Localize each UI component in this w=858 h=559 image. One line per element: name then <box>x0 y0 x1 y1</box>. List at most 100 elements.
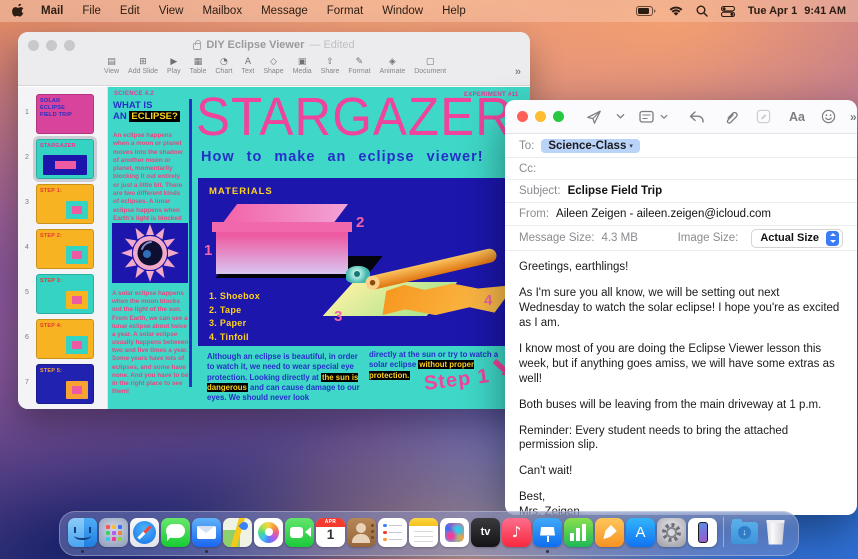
wifi-icon[interactable] <box>669 6 683 17</box>
menu-message[interactable]: Message <box>261 5 308 17</box>
dock-item-messages[interactable] <box>161 518 190 547</box>
send-button[interactable] <box>586 109 602 125</box>
field-to[interactable]: To: Science-Class▾ <box>505 134 857 158</box>
minimize-button[interactable] <box>535 111 546 122</box>
downloads-icon <box>730 518 759 547</box>
toolbar-document[interactable]: ▢Document <box>414 57 446 75</box>
thumbnail-graphic <box>66 381 88 399</box>
close-button[interactable] <box>28 40 39 51</box>
slide-canvas[interactable]: SCIENCE 4.2 EXPERIMENT #11 WHAT IS AN EC… <box>108 87 530 409</box>
slide-thumbnail-2[interactable]: 2STARGAZER <box>18 137 107 182</box>
attach-button[interactable] <box>723 109 738 125</box>
dock-item-iphone-mirroring[interactable] <box>688 518 717 547</box>
menu-mailbox[interactable]: Mailbox <box>202 5 242 17</box>
toolbar-format-icon: ✎ <box>356 57 364 67</box>
send-options-chevron[interactable] <box>616 113 625 120</box>
dock-item-appstore[interactable]: A <box>626 518 655 547</box>
slide-thumbnail-5[interactable]: 5STEP 3: <box>18 272 107 317</box>
slide-thumbnail-7[interactable]: 7STEP 5: <box>18 362 107 407</box>
toolbar-view[interactable]: ▤View <box>104 57 119 75</box>
menu-edit[interactable]: Edit <box>120 5 140 17</box>
dock-item-freeform[interactable] <box>440 518 469 547</box>
battery-icon[interactable] <box>636 6 656 16</box>
apple-menu-icon[interactable] <box>12 4 25 19</box>
materials-list-item: 3. Paper <box>209 317 260 331</box>
dock-item-contacts[interactable] <box>347 518 376 547</box>
dock-item-numbers[interactable] <box>564 518 593 547</box>
zoom-button[interactable] <box>64 40 75 51</box>
toolbar-chart[interactable]: ◔Chart <box>215 57 232 75</box>
toolbar-play[interactable]: ▶Play <box>167 57 181 75</box>
slide-course-code: SCIENCE 4.2 <box>114 91 154 97</box>
recipient-token[interactable]: Science-Class▾ <box>541 139 640 153</box>
dock-item-facetime[interactable] <box>285 518 314 547</box>
slide-thumbnail-6[interactable]: 6STEP 4: <box>18 317 107 362</box>
menu-view[interactable]: View <box>159 5 184 17</box>
dock-item-safari[interactable] <box>130 518 159 547</box>
dock-item-calendar[interactable]: APR1 <box>316 518 345 547</box>
dock-item-photos[interactable] <box>254 518 283 547</box>
message-body[interactable]: Greetings, earthlings!As I'm sure you al… <box>505 251 857 515</box>
menu-mail[interactable]: Mail <box>41 5 63 17</box>
thumbnail-number: 2 <box>25 154 29 161</box>
menu-help[interactable]: Help <box>442 5 466 17</box>
dock-item-reminders[interactable] <box>378 518 407 547</box>
field-from[interactable]: From: Aileen Zeigen - aileen.zeigen@iclo… <box>505 203 857 226</box>
toolbar-format[interactable]: ✎Format <box>348 57 370 75</box>
close-button[interactable] <box>517 111 528 122</box>
toolbar-shape[interactable]: ◇Shape <box>263 57 283 75</box>
emoji-button[interactable] <box>821 109 836 124</box>
toolbar-media[interactable]: ▣Media <box>293 57 312 75</box>
toolbar-overflow-chevron[interactable]: » <box>515 66 521 78</box>
menu-window[interactable]: Window <box>382 5 423 17</box>
toolbar-add-slide[interactable]: ⊞Add Slide <box>128 57 158 75</box>
zoom-button[interactable] <box>553 111 564 122</box>
slide-thumbnail-4[interactable]: 4STEP 2: <box>18 227 107 272</box>
desktop: Mail File Edit View Mailbox Message Format Wind… <box>0 0 858 559</box>
dock-item-appletv[interactable]: tv <box>471 518 500 547</box>
slide-thumbnail-8[interactable]: 8DID YOU KNOW <box>18 407 107 409</box>
dock-item-maps[interactable] <box>223 518 252 547</box>
pages-icon <box>595 518 624 547</box>
shoebox-lid-shape <box>212 222 352 232</box>
dock-item-notes[interactable] <box>409 518 438 547</box>
menu-format[interactable]: Format <box>327 5 363 17</box>
toolbar-overflow-chevron[interactable]: » <box>850 110 857 124</box>
subject-value: Eclipse Field Trip <box>568 185 663 197</box>
dock-item-trash[interactable] <box>761 518 790 547</box>
slide-subtitle: How to make an eclipse viewer! <box>201 149 484 165</box>
materials-list-item: 2. Tape <box>209 304 260 318</box>
toolbar-share[interactable]: ⇧Share <box>321 57 340 75</box>
dock-item-mail[interactable] <box>192 518 221 547</box>
spotlight-search-icon[interactable] <box>696 5 708 17</box>
dock-item-settings[interactable] <box>657 518 686 547</box>
slide-thumbnail-1[interactable]: 1SOLAR ECLIPSE FIELD TRIP <box>18 92 107 137</box>
mail-toolbar[interactable]: Aa » <box>505 100 857 134</box>
dock-item-pages[interactable] <box>595 518 624 547</box>
menu-clock[interactable]: Tue Apr 1 9:41 AM <box>748 5 846 17</box>
toolbar-share-icon: ⇧ <box>326 57 334 67</box>
markup-button[interactable] <box>756 109 771 124</box>
dock-item-downloads[interactable] <box>730 518 759 547</box>
reply-button[interactable] <box>688 110 705 124</box>
dock-item-keynote[interactable] <box>533 518 562 547</box>
dock-item-launchpad[interactable] <box>99 518 128 547</box>
format-fonts-button[interactable]: Aa <box>789 110 805 124</box>
dock-item-music[interactable]: ♪ <box>502 518 531 547</box>
toolbar-animate[interactable]: ◈Animate <box>380 57 406 75</box>
menu-file[interactable]: File <box>82 5 101 17</box>
slide-thumbnail-3[interactable]: 3STEP 1: <box>18 182 107 227</box>
dock-item-finder[interactable] <box>68 518 97 547</box>
field-cc[interactable]: Cc: <box>505 158 857 180</box>
toolbar-text[interactable]: AText <box>242 57 255 75</box>
control-center-icon[interactable] <box>721 6 735 17</box>
toolbar-table[interactable]: ▦Table <box>190 57 207 75</box>
body-paragraph: Both buses will be leaving from the main… <box>519 398 843 413</box>
minimize-button[interactable] <box>46 40 57 51</box>
keynote-titlebar[interactable]: DIY Eclipse Viewer — Edited ▤View⊞Add Sl… <box>18 32 530 86</box>
field-subject[interactable]: Subject: Eclipse Field Trip <box>505 180 857 203</box>
slide-paragraph-1: An eclipse happens when a moon or planet… <box>113 132 186 232</box>
image-size-select[interactable]: Actual Size <box>751 229 843 248</box>
header-fields-button[interactable] <box>639 110 668 124</box>
thumbnail-preview: SOLAR ECLIPSE FIELD TRIP <box>36 94 94 134</box>
